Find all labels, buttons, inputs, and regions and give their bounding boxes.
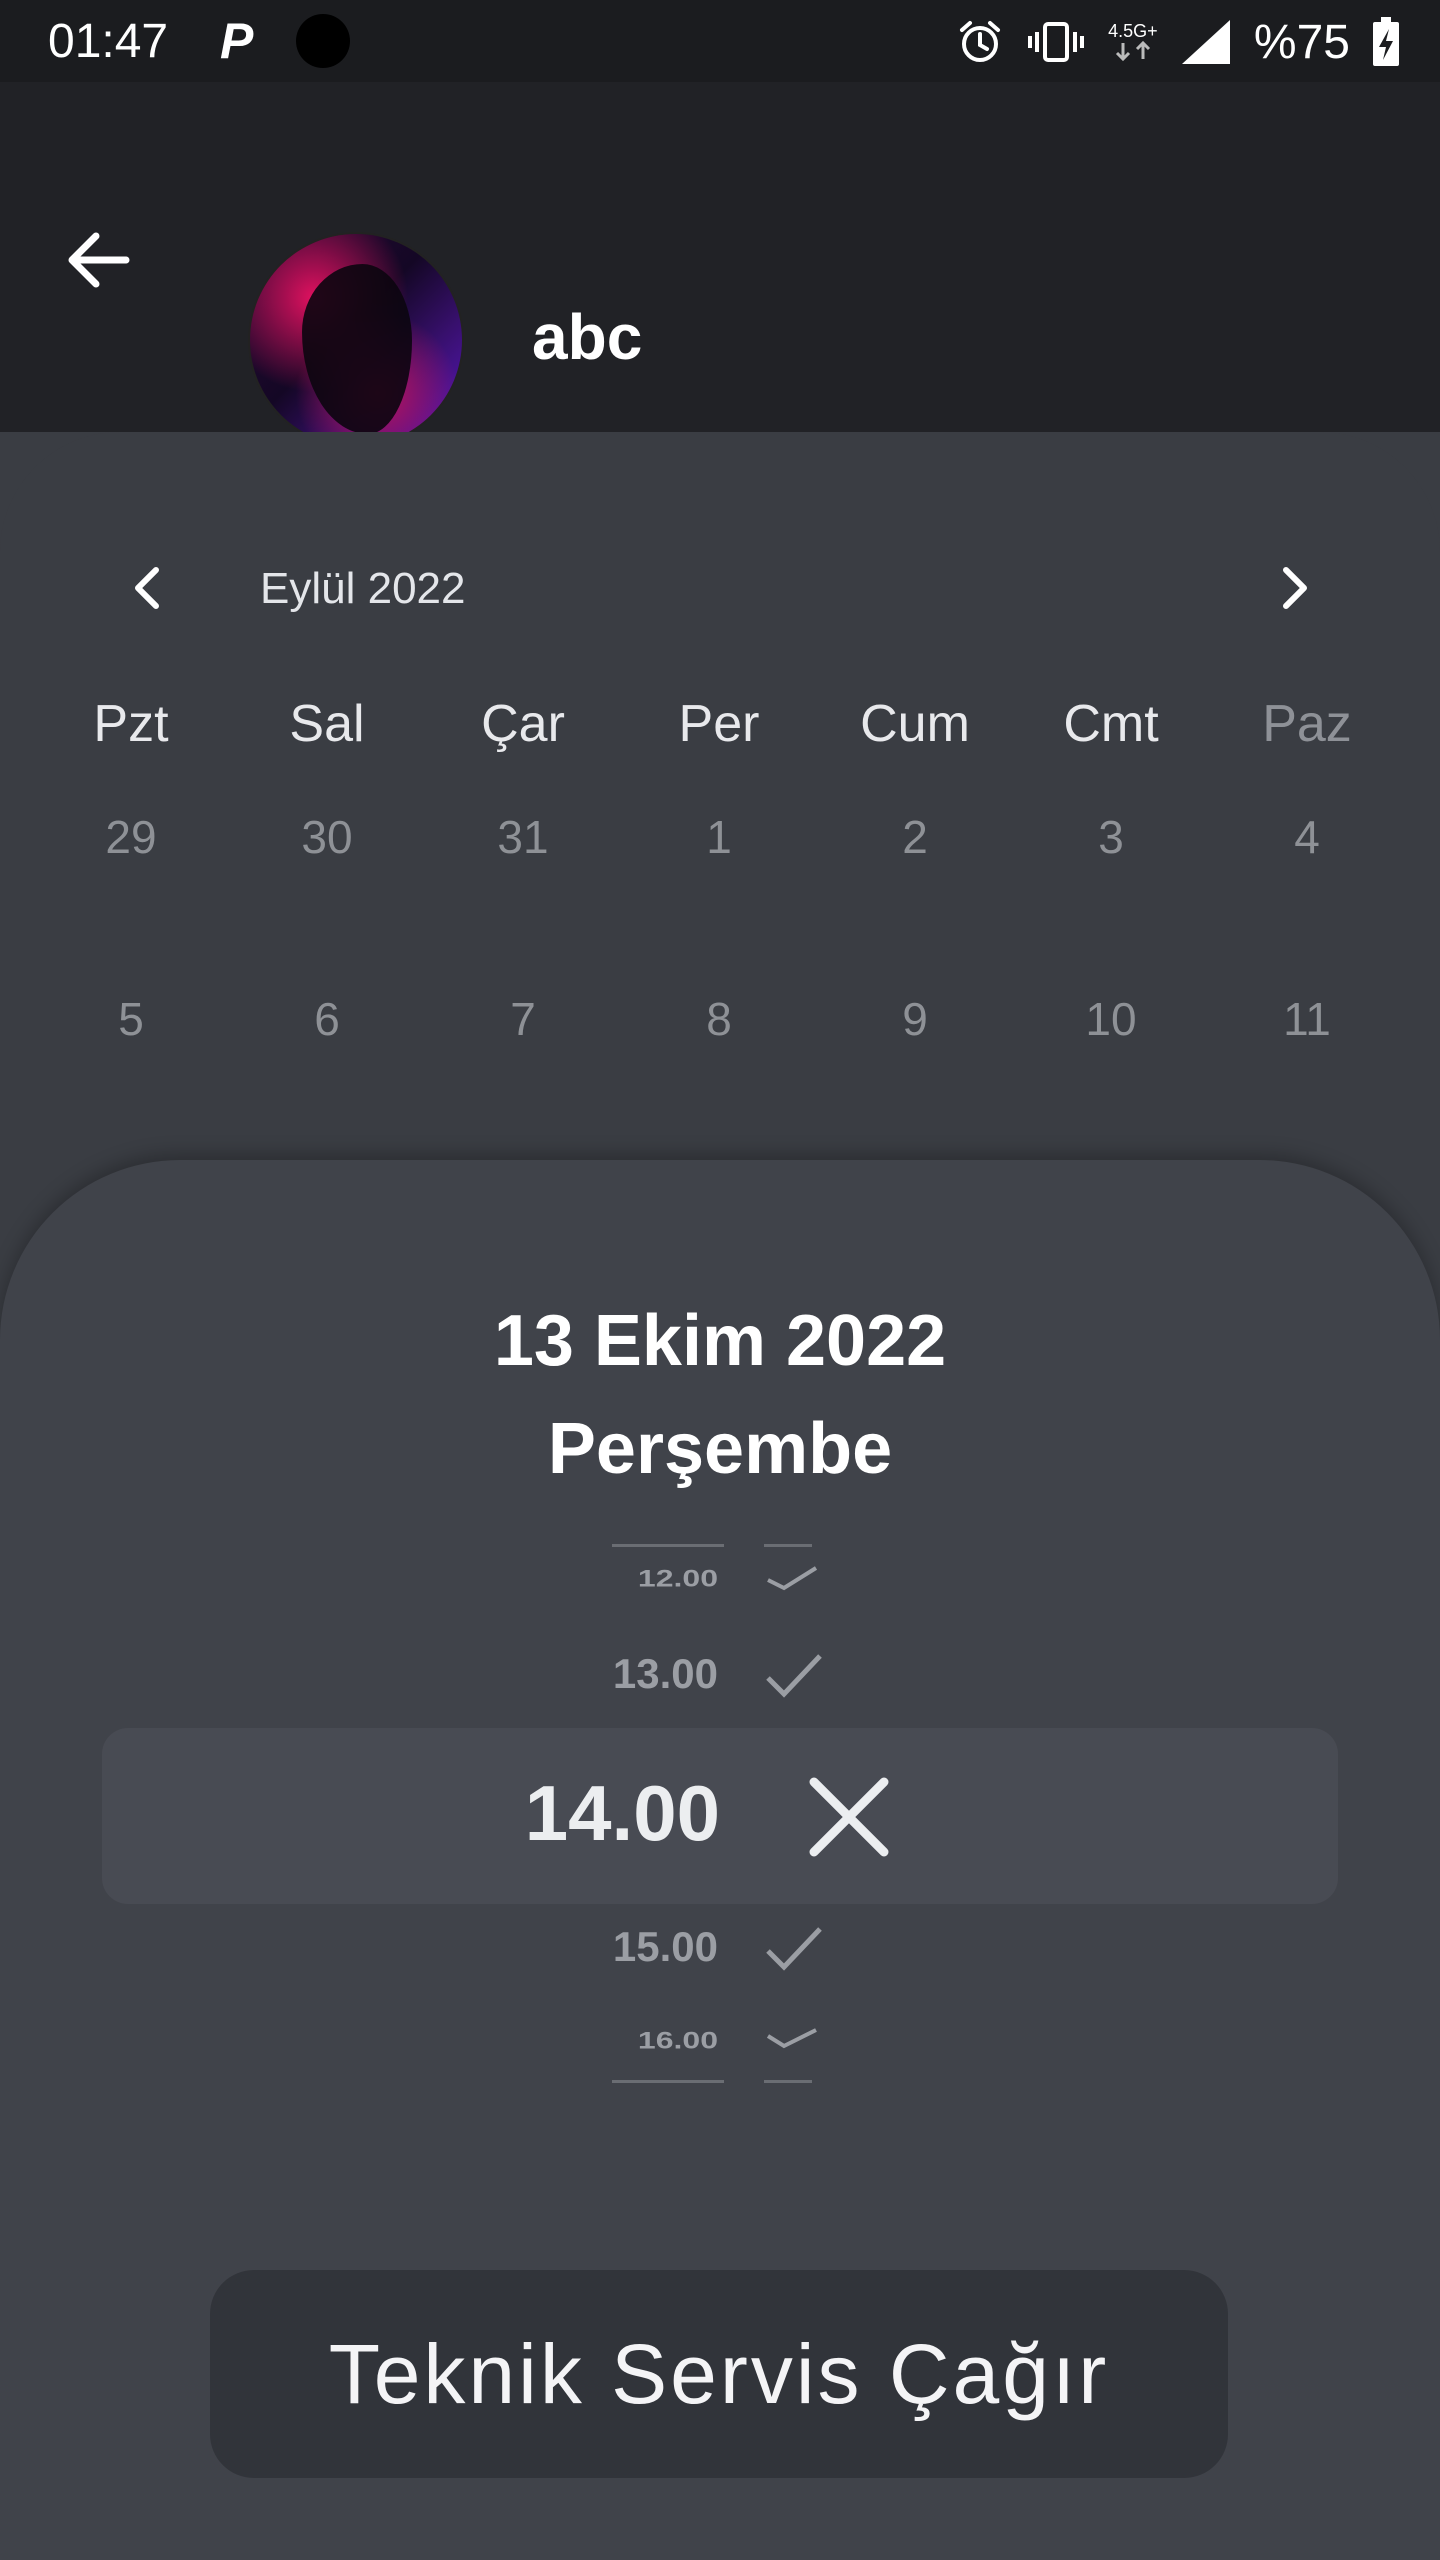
- calendar-week: 5 6 7 8 9 10 11: [0, 992, 1440, 1072]
- weekday-header: Pzt Sal Çar Per Cum Cmt Paz: [0, 694, 1440, 774]
- network-type: 4.5G+: [1108, 21, 1158, 41]
- status-time: 01:47: [48, 15, 169, 68]
- avatar-silhouette: [302, 264, 412, 434]
- battery-percent: %75: [1253, 15, 1350, 69]
- calendar-week: 29 30 31 1 2 3 4: [0, 810, 1440, 890]
- chevron-left-icon[interactable]: [112, 552, 184, 624]
- chevron-right-icon[interactable]: [1258, 552, 1330, 624]
- close-icon: [809, 1777, 889, 1857]
- picker-edge-bottom: [612, 2080, 724, 2083]
- check-icon: [766, 2028, 817, 2049]
- calendar-day[interactable]: 2: [817, 810, 1013, 864]
- back-arrow-icon[interactable]: [60, 222, 136, 298]
- time-slot[interactable]: 16.00: [0, 2022, 1440, 2122]
- selected-time-band[interactable]: [102, 1728, 1338, 1904]
- month-navigation: Eylül 2022: [0, 552, 1440, 632]
- time-slot-label: 16.00: [637, 2026, 718, 2054]
- calendar-day[interactable]: 7: [425, 992, 621, 1046]
- time-slot[interactable]: 12.00: [0, 1560, 1440, 1660]
- calendar-day[interactable]: 29: [33, 810, 229, 864]
- status-icons: 4.5G+ %75: [956, 12, 1400, 72]
- picker-edge-top: [612, 1544, 724, 1547]
- parking-app-icon: P: [220, 13, 254, 69]
- calendar-day[interactable]: 10: [1013, 992, 1209, 1046]
- weekday-label: Pzt: [93, 695, 169, 753]
- selected-weekday: Perşembe: [547, 1409, 893, 1489]
- status-bar: 01:47 P 4.5G+ %75: [0, 0, 1440, 82]
- weekday-label: Cmt: [1063, 695, 1159, 753]
- calendar-day[interactable]: 9: [817, 992, 1013, 1046]
- month-label: Eylül 2022: [260, 564, 466, 613]
- weekday-label: Çar: [481, 695, 565, 753]
- calendar-day[interactable]: 11: [1209, 992, 1405, 1046]
- time-slot-label: 12.00: [637, 1564, 718, 1592]
- notification-dot-icon: [296, 14, 350, 68]
- picker-edge-top: [764, 1544, 812, 1547]
- data-arrows-icon: [1115, 40, 1150, 62]
- weekday-label: Sal: [289, 695, 365, 753]
- time-slot-label: 15.00: [612, 1923, 718, 1970]
- calendar-day[interactable]: 3: [1013, 810, 1209, 864]
- user-name: abc: [532, 301, 643, 373]
- check-icon: [766, 1927, 822, 1971]
- check-icon: [767, 1566, 818, 1591]
- calendar-day[interactable]: 8: [621, 992, 817, 1046]
- calendar-day[interactable]: 6: [229, 992, 425, 1046]
- calendar-day[interactable]: 1: [621, 810, 817, 864]
- alarm-icon: [959, 21, 1000, 62]
- vibrate-icon: [1027, 22, 1084, 62]
- calendar-day[interactable]: 5: [33, 992, 229, 1046]
- calendar-day[interactable]: 31: [425, 810, 621, 864]
- weekday-label: Per: [678, 695, 760, 753]
- network-indicator: 4.5G+: [1108, 22, 1158, 62]
- time-slot-label: 13.00: [612, 1650, 718, 1697]
- time-slot[interactable]: 15.00: [0, 1923, 1440, 2023]
- weekday-label: Paz: [1262, 695, 1352, 753]
- calendar-day[interactable]: 4: [1209, 810, 1405, 864]
- weekday-label: Cum: [860, 695, 970, 753]
- avatar[interactable]: [250, 234, 462, 446]
- call-technical-service-button[interactable]: Teknik Servis Çağır: [210, 2270, 1228, 2478]
- picker-edge-bottom: [764, 2080, 812, 2083]
- app-bar: abc: [0, 82, 1440, 446]
- selected-time-label: 14.00: [524, 1769, 720, 1857]
- signal-icon: [1181, 20, 1230, 64]
- selected-date: 13 Ekim 2022: [493, 1301, 947, 1381]
- battery-charging-icon: [1373, 17, 1399, 66]
- check-icon: [766, 1654, 822, 1698]
- calendar-day[interactable]: 30: [229, 810, 425, 864]
